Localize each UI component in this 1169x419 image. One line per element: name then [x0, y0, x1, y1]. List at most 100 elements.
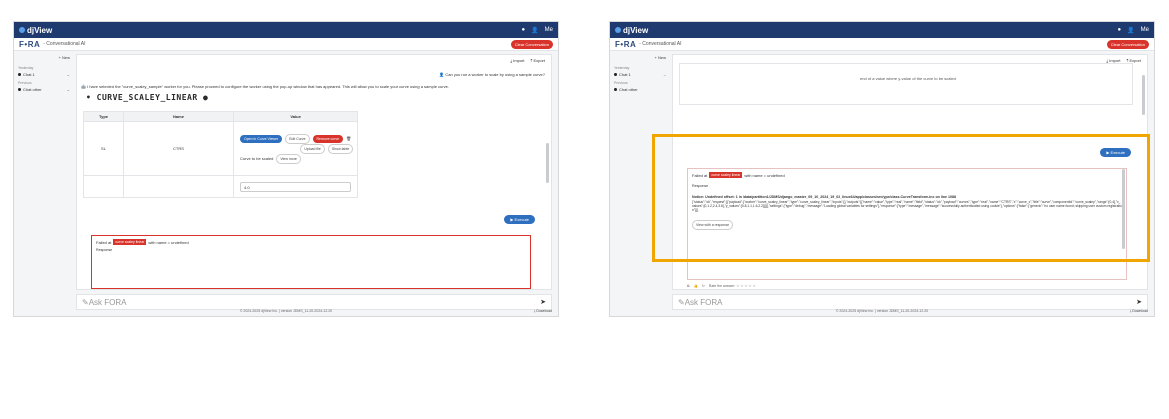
user-message: 👤 Can you run a worker to scale by using…	[439, 72, 545, 77]
logo: djView	[19, 26, 52, 35]
worker-title-text: CURVE_SCALEY_LINEAR	[96, 93, 198, 102]
import-button[interactable]: ⤓ Import	[510, 58, 524, 63]
import-export-row: ⤓ Import ⤒ Export	[510, 58, 545, 63]
execute-label: Execute	[514, 217, 529, 222]
error-line: Failed at curve scaley linear with name …	[688, 169, 1126, 181]
scrollbar-thumb[interactable]	[1142, 75, 1145, 115]
sidebar-item-chat-1[interactable]: Chat 1 ⌄	[18, 72, 70, 77]
chat-panel[interactable]: ⤓ Import ⤒ Export 👤 Can you run a worker…	[76, 54, 552, 290]
table-row: 4.0	[83, 175, 359, 198]
footer: © 2024-2025 djView Inc. | version JDMS_1…	[610, 305, 1154, 316]
chat-panel[interactable]: ⤓ Import ⤒ Export end of a value where y…	[672, 54, 1148, 290]
chat-icon	[18, 73, 21, 76]
remove-curve-button[interactable]: Remove curve	[312, 134, 344, 143]
refresh-icon[interactable]: ↻	[702, 284, 705, 288]
sidebar-item-label: Chat 1	[23, 72, 35, 77]
rating-stars[interactable]: Rate the answer: ☆ ☆ ☆ ☆ ☆	[709, 284, 756, 288]
sidebar-item-chat-2[interactable]: Chat other ⌄	[18, 87, 70, 92]
curve-note-row: Curve to be scaled View more	[240, 153, 351, 164]
error-suffix: with name = undefined	[744, 172, 785, 178]
worker-params-table: Type Name Value SL CTRS Open in Curve Vi…	[83, 111, 359, 198]
sidebar-item-chat-1[interactable]: Chat 1 –	[614, 72, 666, 77]
param-description: end of a value where y-value of the curv…	[860, 76, 956, 81]
thumbs-up-icon[interactable]: 👍	[694, 284, 698, 288]
clear-conversation-button[interactable]: Clear Conversation	[510, 39, 553, 49]
scrollbar-thumb[interactable]	[546, 143, 549, 183]
response-scrollbar[interactable]	[1122, 169, 1125, 249]
bot-message: 🤖 I have selected the "curve_scaley_samp…	[81, 84, 449, 89]
message-actions: ⧉ 👍 ↻ Rate the answer: ☆ ☆ ☆ ☆ ☆	[687, 284, 756, 288]
param-value-cell: 4.0	[232, 175, 359, 198]
download-button[interactable]: ⤓ Download	[534, 309, 552, 313]
download-button[interactable]: ⤓ Download	[1130, 309, 1148, 313]
sidebar-item-chat-2[interactable]: Chat other	[614, 87, 666, 92]
export-button[interactable]: ⤒ Export	[531, 58, 545, 63]
download-label: Download	[536, 308, 552, 313]
user-message-text: Can you run a worker to scale by using a…	[445, 72, 545, 77]
user-menu[interactable]: Me	[545, 27, 553, 33]
brand-logo: F•RA	[19, 39, 41, 49]
page-subtitle: - Conversational AI	[43, 41, 86, 47]
params-table-remnant: end of a value where y-value of the curv…	[679, 63, 1133, 105]
sub-header: F•RA - Conversational AI Clear Conversat…	[610, 38, 1154, 51]
brand-logo: F•RA	[615, 39, 637, 49]
trash-icon[interactable]: 🗑	[346, 136, 351, 141]
user-icon[interactable]: 👤	[1127, 27, 1134, 34]
logo-mark-icon	[615, 27, 621, 33]
user-menu[interactable]: Me	[1141, 27, 1149, 33]
table-row: SL CTRS Open in Curve Viewer Edit Curve …	[83, 121, 359, 176]
error-prefix: Failed at	[96, 239, 112, 245]
column-header-type: Type	[83, 111, 124, 122]
notification-icon[interactable]: ●	[1118, 27, 1122, 33]
param-name	[123, 175, 234, 198]
view-response-button[interactable]: View with a response	[692, 219, 734, 230]
page-subtitle: - Conversational AI	[639, 41, 682, 47]
curve-actions: Open in Curve Viewer Edit Curve Remove c…	[240, 133, 351, 144]
upload-file-button[interactable]: Upload file	[300, 144, 325, 154]
export-label: Export	[533, 58, 545, 63]
value-input[interactable]: 4.0	[240, 181, 352, 192]
chevron-down-icon[interactable]: ⌄	[67, 72, 70, 77]
import-label: Import	[513, 58, 525, 63]
error-prefix: Failed at	[692, 172, 708, 178]
sidebar-group-label: Previous	[614, 81, 628, 85]
notification-icon[interactable]: ●	[522, 27, 526, 33]
execute-button[interactable]: ▶ Execute	[504, 215, 535, 224]
table-header-row: Type Name Value	[83, 111, 359, 122]
info-icon[interactable]: ●	[203, 93, 208, 102]
top-bar-actions: ● 👤 Me	[522, 27, 553, 34]
edit-curve-button[interactable]: Edit Curve	[285, 133, 310, 144]
response-label: Response	[692, 184, 709, 188]
error-worker-tag: curve scaley linear	[113, 239, 147, 245]
worker-title: • CURVE_SCALEY_LINEAR ●	[86, 93, 209, 102]
chat-icon	[614, 73, 617, 76]
error-box: Failed at curve scaley linear with name …	[91, 235, 531, 289]
sidebar-item-label: Chat other	[23, 87, 42, 92]
param-value-cell: Open in Curve Viewer Edit Curve Remove c…	[232, 121, 359, 176]
logo-text: djView	[27, 25, 53, 35]
copy-icon[interactable]: ⧉	[687, 284, 690, 288]
new-chat-button[interactable]: + New	[614, 55, 666, 60]
open-curve-viewer-button[interactable]: Open in Curve Viewer	[240, 134, 283, 143]
show-table-button[interactable]: Show table	[327, 144, 354, 154]
view-more-button[interactable]: View more	[276, 153, 301, 164]
logo: djView	[615, 26, 648, 35]
chat-icon	[614, 88, 617, 91]
user-icon[interactable]: 👤	[531, 27, 538, 34]
sidebar: + New Yesterday Chat 1 ⌄ Previous Chat ot…	[14, 52, 74, 304]
param-name: CTRS	[123, 121, 234, 176]
new-chat-button[interactable]: + New	[18, 55, 70, 60]
logo-text: djView	[623, 25, 649, 35]
clear-conversation-button[interactable]: Clear Conversation	[1106, 39, 1149, 49]
logo-mark-icon	[19, 27, 25, 33]
sidebar-group-label: Yesterday	[18, 66, 34, 70]
param-type: SL	[83, 121, 124, 176]
footer-text: © 2024-2025 djView Inc. | version JDMS_1…	[239, 308, 333, 313]
minus-icon[interactable]: –	[664, 72, 666, 77]
chevron-down-icon[interactable]: ⌄	[67, 87, 70, 92]
execute-button[interactable]: ▶ Execute	[1100, 148, 1131, 157]
file-actions: Upload file Show table	[300, 144, 354, 154]
execute-label: Execute	[1110, 150, 1125, 155]
chat-icon	[18, 88, 21, 91]
error-worker-tag: curve scaley linear	[709, 172, 743, 178]
